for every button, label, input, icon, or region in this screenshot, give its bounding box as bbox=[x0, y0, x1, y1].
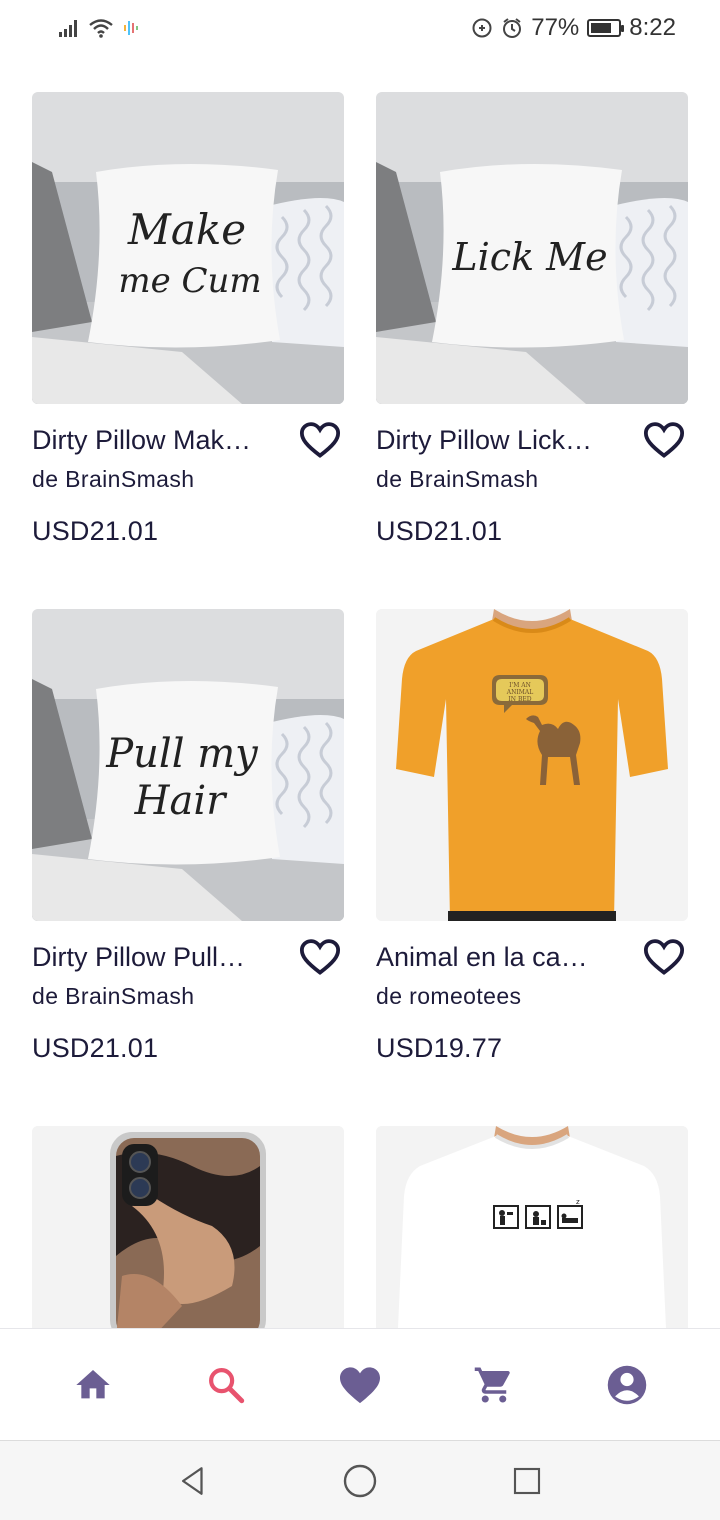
phone-case-illustration bbox=[32, 1126, 344, 1328]
pillow-illustration: Lick Me bbox=[376, 92, 688, 404]
product-image[interactable] bbox=[32, 1126, 344, 1328]
cart-icon bbox=[474, 1367, 510, 1402]
activity-icon bbox=[124, 21, 138, 35]
system-navigation-bar bbox=[0, 1440, 720, 1520]
product-card[interactable]: Make me Cum Dirty Pillow Mak… de BrainSm… bbox=[32, 92, 344, 547]
heart-outline-icon bbox=[299, 422, 341, 458]
product-title[interactable]: Animal en la ca… bbox=[376, 941, 626, 973]
tshirt-illustration: z bbox=[376, 1126, 688, 1328]
favorite-button[interactable] bbox=[298, 935, 342, 979]
data-saver-icon bbox=[472, 18, 492, 38]
bottom-navigation bbox=[0, 1328, 720, 1440]
pillow-text-1: Pull my bbox=[105, 731, 259, 777]
home-circle-icon bbox=[343, 1464, 377, 1497]
product-price: USD21.01 bbox=[376, 516, 503, 546]
heart-icon bbox=[339, 1366, 380, 1403]
favorite-button[interactable] bbox=[642, 935, 686, 979]
favorite-button[interactable] bbox=[298, 418, 342, 462]
account-icon bbox=[607, 1365, 647, 1404]
heart-outline-icon bbox=[643, 939, 685, 975]
tshirt-illustration: I'M AN ANIMAL IN BED bbox=[376, 609, 688, 921]
heart-outline-icon bbox=[299, 939, 341, 975]
recents-square-icon bbox=[513, 1467, 540, 1494]
battery-icon bbox=[587, 19, 625, 37]
pillow-illustration: Pull my Hair bbox=[32, 609, 344, 921]
product-price: USD19.77 bbox=[376, 1033, 503, 1063]
pillow-text-2: me Cum bbox=[118, 261, 261, 301]
system-home-button[interactable] bbox=[330, 1451, 390, 1511]
svg-text:z: z bbox=[576, 1198, 580, 1206]
product-artist[interactable]: de BrainSmash bbox=[376, 464, 688, 494]
pillow-text-2: Hair bbox=[134, 778, 229, 824]
signal-icon bbox=[59, 20, 77, 37]
favorite-button[interactable] bbox=[642, 418, 686, 462]
back-triangle-icon bbox=[182, 1466, 203, 1495]
product-price: USD21.01 bbox=[32, 516, 159, 546]
product-card[interactable]: z bbox=[376, 1126, 688, 1328]
shirt-text-3: IN BED bbox=[508, 696, 531, 703]
product-artist[interactable]: de BrainSmash bbox=[32, 464, 344, 494]
product-title[interactable]: Dirty Pillow Pull… bbox=[32, 941, 282, 973]
product-image[interactable]: z bbox=[376, 1126, 688, 1328]
battery-percent: 77% bbox=[531, 14, 580, 41]
product-artist[interactable]: de romeotees bbox=[376, 981, 688, 1011]
nav-account-button[interactable] bbox=[589, 1347, 665, 1423]
nav-cart-button[interactable] bbox=[456, 1347, 532, 1423]
product-price: USD21.01 bbox=[32, 1033, 159, 1063]
nav-home-button[interactable] bbox=[55, 1347, 131, 1423]
product-image[interactable]: I'M AN ANIMAL IN BED bbox=[376, 609, 688, 921]
heart-outline-icon bbox=[643, 422, 685, 458]
nav-search-button[interactable] bbox=[188, 1347, 264, 1423]
shirt-text-1: I'M AN bbox=[509, 682, 531, 689]
product-image[interactable]: Make me Cum bbox=[32, 92, 344, 404]
status-left bbox=[58, 18, 142, 38]
clock-time: 8:22 bbox=[629, 14, 676, 41]
nav-favorites-button[interactable] bbox=[322, 1347, 398, 1423]
product-card[interactable]: I'M AN ANIMAL IN BED Animal en la ca… de… bbox=[376, 609, 688, 1064]
pillow-text-1: Make bbox=[127, 205, 246, 254]
status-bar: 77% 8:22 bbox=[0, 0, 720, 56]
pillow-text-1: Lick Me bbox=[451, 235, 607, 279]
search-icon bbox=[209, 1367, 245, 1403]
home-icon bbox=[76, 1369, 110, 1398]
product-image[interactable]: Pull my Hair bbox=[32, 609, 344, 921]
pillow-illustration: Make me Cum bbox=[32, 92, 344, 404]
product-card[interactable]: Lick Me Dirty Pillow Lick… de BrainSmash… bbox=[376, 92, 688, 547]
status-right: 77% 8:22 bbox=[471, 14, 676, 42]
system-recents-button[interactable] bbox=[497, 1451, 557, 1511]
product-title[interactable]: Dirty Pillow Mak… bbox=[32, 424, 282, 456]
product-image[interactable]: Lick Me bbox=[376, 92, 688, 404]
shirt-text-2: ANIMAL bbox=[506, 689, 533, 696]
product-artist[interactable]: de BrainSmash bbox=[32, 981, 344, 1011]
product-card[interactable]: Pull my Hair Dirty Pillow Pull… de Brain… bbox=[32, 609, 344, 1064]
battery-level bbox=[591, 23, 612, 33]
alarm-icon bbox=[503, 18, 522, 38]
product-title[interactable]: Dirty Pillow Lick… bbox=[376, 424, 626, 456]
product-card[interactable] bbox=[32, 1126, 344, 1328]
system-back-button[interactable] bbox=[163, 1451, 223, 1511]
wifi-icon bbox=[89, 19, 113, 38]
